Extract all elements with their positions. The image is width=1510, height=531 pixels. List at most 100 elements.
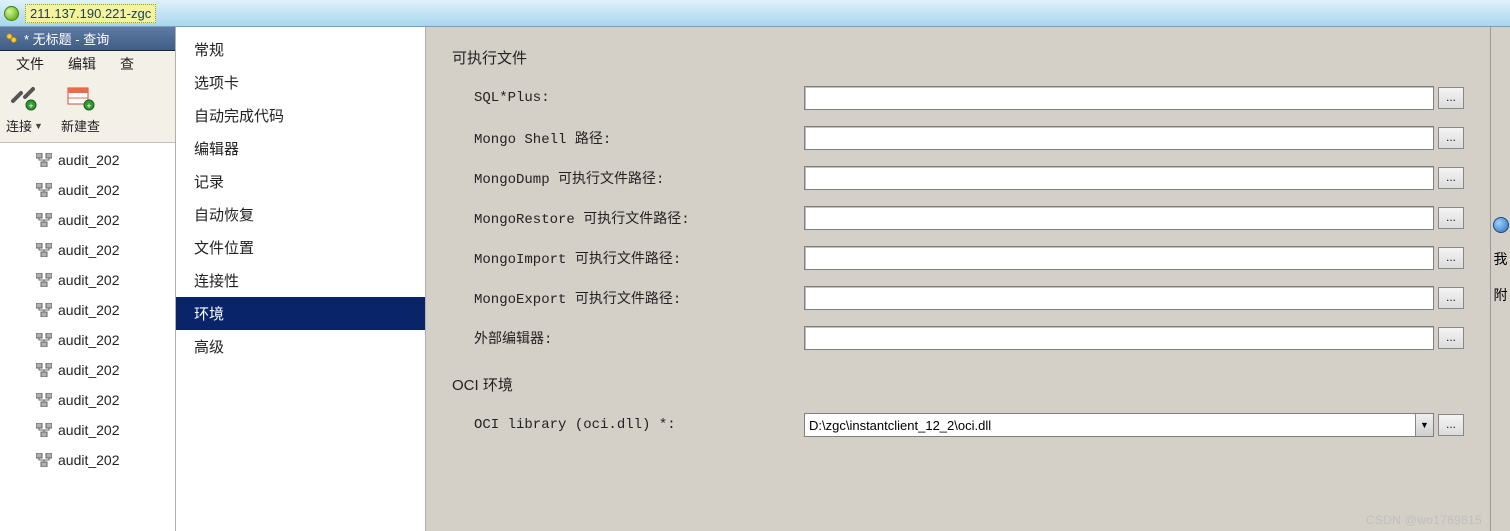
tree-item-label: audit_202 xyxy=(58,182,120,198)
section-executables: 可执行文件 xyxy=(452,47,1464,68)
browse-button[interactable]: ... xyxy=(1438,247,1464,269)
new-query-button[interactable]: + 新建查 xyxy=(61,84,100,135)
browse-button[interactable]: ... xyxy=(1438,327,1464,349)
tree-item[interactable]: audit_202 xyxy=(0,265,175,295)
category-advanced[interactable]: 高级 xyxy=(176,330,425,363)
sqlplus-input[interactable] xyxy=(804,86,1434,110)
section-oci: OCI 环境 xyxy=(452,374,1464,395)
oci-lib-value: D:\zgc\instantclient_12_2\oci.dll xyxy=(809,418,991,433)
browse-button[interactable]: ... xyxy=(1438,127,1464,149)
watermark: CSDN @wo1769815 xyxy=(1366,513,1482,527)
browse-button[interactable]: ... xyxy=(1438,414,1464,436)
mongoexport-input[interactable] xyxy=(804,286,1434,310)
oci-lib-combo[interactable]: D:\zgc\instantclient_12_2\oci.dll ▼ xyxy=(804,413,1434,437)
table-node-icon xyxy=(36,153,52,167)
table-node-icon xyxy=(36,243,52,257)
tree-item-label: audit_202 xyxy=(58,332,120,348)
tree-item[interactable]: audit_202 xyxy=(0,145,175,175)
table-node-icon xyxy=(36,183,52,197)
chevron-down-icon[interactable]: ▼ xyxy=(34,121,43,131)
mongodump-label: MongoDump 可执行文件路径: xyxy=(452,168,804,188)
table-icon: + xyxy=(64,84,96,112)
table-node-icon xyxy=(36,393,52,407)
category-records[interactable]: 记录 xyxy=(176,165,425,198)
mongodump-input[interactable] xyxy=(804,166,1434,190)
svg-text:+: + xyxy=(29,101,34,111)
chevron-down-icon[interactable]: ▼ xyxy=(1415,414,1433,436)
right-docked-panel: 我 附 xyxy=(1490,27,1510,531)
category-editor[interactable]: 编辑器 xyxy=(176,132,425,165)
table-node-icon xyxy=(36,213,52,227)
mongoexport-label: MongoExport 可执行文件路径: xyxy=(452,288,804,308)
tree-item-label: audit_202 xyxy=(58,242,120,258)
table-node-icon xyxy=(36,363,52,377)
query-tab-icon xyxy=(4,31,20,47)
category-autocomplete[interactable]: 自动完成代码 xyxy=(176,99,425,132)
menu-edit[interactable]: 编辑 xyxy=(56,51,108,77)
browse-button[interactable]: ... xyxy=(1438,207,1464,229)
ext-editor-label: 外部编辑器: xyxy=(452,328,804,348)
field-sqlplus: SQL*Plus: ... xyxy=(452,86,1464,110)
tree-item[interactable]: audit_202 xyxy=(0,325,175,355)
tree-item-label: audit_202 xyxy=(58,152,120,168)
category-tabs[interactable]: 选项卡 xyxy=(176,66,425,99)
tree-item[interactable]: audit_202 xyxy=(0,175,175,205)
tree-item-label: audit_202 xyxy=(58,422,120,438)
field-mongodump: MongoDump 可执行文件路径: ... xyxy=(452,166,1464,190)
category-connectivity[interactable]: 连接性 xyxy=(176,264,425,297)
browse-button[interactable]: ... xyxy=(1438,167,1464,189)
table-node-icon xyxy=(36,273,52,287)
field-ext-editor: 外部编辑器: ... xyxy=(452,326,1464,350)
browse-button[interactable]: ... xyxy=(1438,287,1464,309)
tree-item[interactable]: audit_202 xyxy=(0,205,175,235)
table-node-icon xyxy=(36,423,52,437)
right-panel-char2[interactable]: 附 xyxy=(1494,285,1508,305)
field-mongoexport: MongoExport 可执行文件路径: ... xyxy=(452,286,1464,310)
tree-item[interactable]: audit_202 xyxy=(0,385,175,415)
connection-tree[interactable]: audit_202 audit_202 audit_202 audit_202 … xyxy=(0,143,175,531)
oci-lib-label: OCI library (oci.dll) *: xyxy=(452,417,804,433)
tree-item[interactable]: audit_202 xyxy=(0,445,175,475)
field-oci-lib: OCI library (oci.dll) *: D:\zgc\instantc… xyxy=(452,413,1464,437)
connection-status-icon xyxy=(4,6,19,21)
category-general[interactable]: 常规 xyxy=(176,33,425,66)
child-window-titlebar: * 无标题 - 查询 xyxy=(0,27,176,51)
tree-item[interactable]: audit_202 xyxy=(0,415,175,445)
mongorestore-input[interactable] xyxy=(804,206,1434,230)
ext-editor-input[interactable] xyxy=(804,326,1434,350)
category-file-location[interactable]: 文件位置 xyxy=(176,231,425,264)
mongorestore-label: MongoRestore 可执行文件路径: xyxy=(452,208,804,228)
mongoimport-label: MongoImport 可执行文件路径: xyxy=(452,248,804,268)
menu-view[interactable]: 查 xyxy=(108,51,146,77)
tree-item-label: audit_202 xyxy=(58,392,120,408)
browse-button[interactable]: ... xyxy=(1438,87,1464,109)
left-column: * 无标题 - 查询 文件 编辑 查 + 连接▼ + 新建查 audit_202 xyxy=(0,27,176,531)
tree-item-label: audit_202 xyxy=(58,362,120,378)
svg-text:+: + xyxy=(87,101,92,111)
plug-icon: + xyxy=(8,84,40,112)
field-mongorestore: MongoRestore 可执行文件路径: ... xyxy=(452,206,1464,230)
tree-item[interactable]: audit_202 xyxy=(0,295,175,325)
field-mongoimport: MongoImport 可执行文件路径: ... xyxy=(452,246,1464,270)
new-query-label: 新建查 xyxy=(61,116,100,135)
mongoimport-input[interactable] xyxy=(804,246,1434,270)
info-icon[interactable] xyxy=(1493,217,1509,233)
connect-button[interactable]: + 连接▼ xyxy=(6,84,43,135)
table-node-icon xyxy=(36,333,52,347)
right-panel-char1[interactable]: 我 xyxy=(1494,249,1508,269)
sqlplus-label: SQL*Plus: xyxy=(452,90,804,106)
tree-item-label: audit_202 xyxy=(58,272,120,288)
category-autorecover[interactable]: 自动恢复 xyxy=(176,198,425,231)
settings-category-list: 常规 选项卡 自动完成代码 编辑器 记录 自动恢复 文件位置 连接性 环境 高级 xyxy=(176,27,426,531)
table-node-icon xyxy=(36,453,52,467)
field-mongo-shell: Mongo Shell 路径: ... xyxy=(452,126,1464,150)
mongo-shell-input[interactable] xyxy=(804,126,1434,150)
window-title: 211.137.190.221-zgc xyxy=(25,4,156,23)
menu-file[interactable]: 文件 xyxy=(4,51,56,77)
settings-panel: 可执行文件 SQL*Plus: ... Mongo Shell 路径: ... … xyxy=(426,27,1490,531)
tree-item[interactable]: audit_202 xyxy=(0,355,175,385)
toolbar: + 连接▼ + 新建查 xyxy=(0,77,175,143)
tree-item-label: audit_202 xyxy=(58,452,120,468)
category-environment[interactable]: 环境 xyxy=(176,297,425,330)
tree-item[interactable]: audit_202 xyxy=(0,235,175,265)
